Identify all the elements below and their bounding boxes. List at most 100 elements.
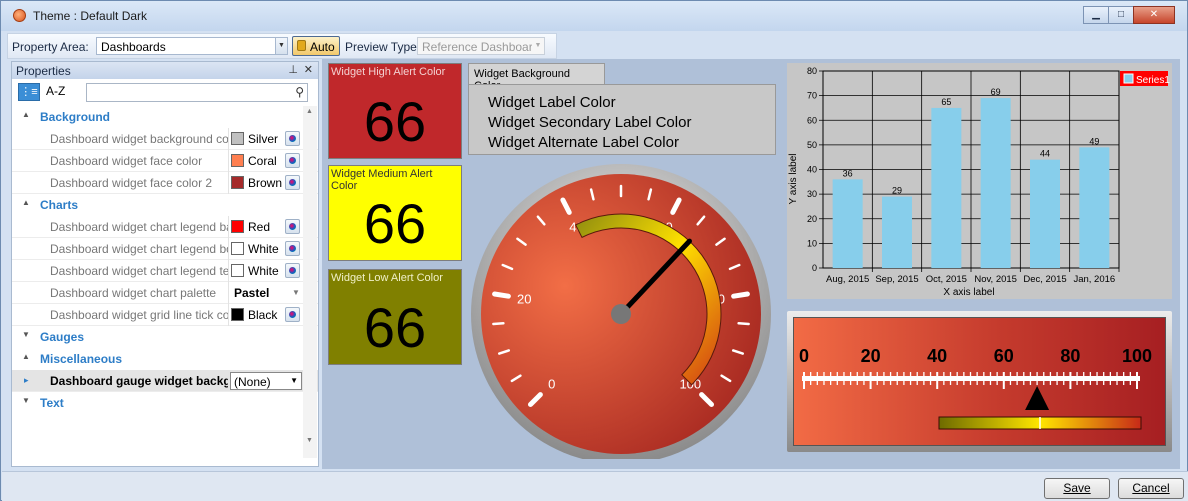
- category-text[interactable]: ▼ Text: [12, 392, 318, 414]
- y-tick-label: 20: [807, 214, 817, 224]
- bar: [1030, 159, 1060, 268]
- chevron-down-icon: ▼: [275, 38, 287, 54]
- y-tick-label: 10: [807, 238, 817, 248]
- secondary-label-color-text: Widget Secondary Label Color: [488, 114, 692, 131]
- maximize-button[interactable]: □: [1108, 6, 1134, 24]
- property-search-input[interactable]: ⚲: [86, 83, 308, 102]
- property-name: Dashboard widget chart legend tex: [50, 264, 228, 278]
- color-picker-icon[interactable]: [285, 175, 300, 190]
- property-row-selected[interactable]: ▸ Dashboard gauge widget backgrou (None)…: [12, 370, 318, 392]
- dashboard-preview: Widget High Alert Color 66 Widget Medium…: [322, 59, 1180, 469]
- category-label: Charts: [40, 198, 79, 212]
- bar: [980, 98, 1011, 269]
- color-picker-icon[interactable]: [285, 263, 300, 278]
- scroll-down-icon[interactable]: ▼: [306, 437, 313, 444]
- expand-icon[interactable]: ▼: [22, 396, 30, 405]
- category-label: Miscellaneous: [40, 352, 123, 366]
- property-row[interactable]: Dashboard widget chart legend tex White: [12, 260, 318, 282]
- property-value: Brown: [248, 176, 283, 190]
- property-value: Pastel: [234, 286, 270, 300]
- linear-gauge-pointer: [1025, 386, 1050, 410]
- bar-value-label: 65: [941, 97, 951, 107]
- category-background[interactable]: ▲ Background: [12, 106, 318, 128]
- color-picker-icon[interactable]: [285, 153, 300, 168]
- medium-alert-value: 66: [363, 192, 427, 255]
- linear-gauge-labels: 0 20 40 60 80 100: [799, 346, 1152, 366]
- y-tick-label: 80: [807, 66, 817, 76]
- property-value: Red: [248, 220, 271, 234]
- gauge-tick: [737, 322, 750, 326]
- label-colors-widget: Widget Background Color Widget Label Col…: [468, 63, 776, 155]
- property-row[interactable]: Dashboard widget chart legend bo White: [12, 238, 318, 260]
- chevron-down-icon: ▼: [532, 38, 544, 54]
- collapse-icon[interactable]: ▲: [22, 352, 30, 361]
- category-label: Background: [40, 110, 111, 124]
- gauge-tick: [731, 291, 750, 299]
- property-row[interactable]: Dashboard widget background col Silver: [12, 128, 318, 150]
- gauge-tick-label: 20: [517, 292, 531, 307]
- properties-header: Properties ⊥ ✕: [12, 62, 318, 79]
- property-value: Silver: [248, 132, 279, 146]
- collapse-icon[interactable]: ▲: [22, 110, 30, 119]
- linear-gauge: 0 20 40 60 80 100: [799, 346, 1152, 430]
- high-alert-label: Widget High Alert Color: [331, 66, 446, 78]
- property-row[interactable]: Dashboard widget face color Coral: [12, 150, 318, 172]
- category-miscellaneous[interactable]: ▲ Miscellaneous: [12, 348, 318, 370]
- property-row[interactable]: Dashboard widget chart legend ba Red: [12, 216, 318, 238]
- close-button[interactable]: ✕: [1133, 6, 1175, 24]
- chevron-down-icon[interactable]: ▼: [292, 288, 300, 297]
- search-icon[interactable]: ⚲: [295, 85, 304, 99]
- collapse-icon[interactable]: ▲: [22, 198, 30, 207]
- auto-label: Auto: [310, 40, 335, 54]
- x-tick-label: Dec, 2015: [1023, 274, 1066, 285]
- y-tick-label: 30: [807, 189, 817, 199]
- cancel-button[interactable]: Cancel: [1118, 478, 1184, 499]
- preview-type-select[interactable]: Reference Dashboard ▼: [417, 37, 545, 55]
- bar: [1079, 147, 1110, 268]
- color-picker-icon[interactable]: [285, 241, 300, 256]
- property-name: Dashboard widget chart legend ba: [50, 220, 228, 234]
- color-picker-icon[interactable]: [285, 219, 300, 234]
- property-row[interactable]: Dashboard widget grid line tick col Blac…: [12, 304, 318, 326]
- bar: [931, 107, 962, 268]
- minimize-icon: ▁: [1092, 9, 1100, 20]
- x-tick-label: Aug, 2015: [826, 274, 869, 285]
- properties-panel: Properties ⊥ ✕ ⋮≡ A-Z ⚲ ▲ Background Das…: [11, 61, 319, 467]
- color-swatch: [231, 176, 244, 189]
- categorized-view-button[interactable]: ⋮≡: [18, 83, 40, 101]
- category-charts[interactable]: ▲ Charts: [12, 194, 318, 216]
- color-picker-icon[interactable]: [285, 131, 300, 146]
- gauge-background-select[interactable]: (None) ▼: [230, 372, 302, 390]
- category-gauges[interactable]: ▼ Gauges: [12, 326, 318, 348]
- property-area-select[interactable]: Dashboards ▼: [96, 37, 288, 55]
- bar-value-label: 69: [991, 87, 1001, 97]
- alphabetical-sort-button[interactable]: A-Z: [46, 84, 65, 98]
- chevron-down-icon: ▼: [290, 376, 298, 385]
- color-picker-icon[interactable]: [285, 307, 300, 322]
- bar: [832, 179, 863, 268]
- color-swatch: [231, 132, 244, 145]
- gauge-tick-label: 0: [548, 376, 555, 391]
- property-grid-scrollbar[interactable]: ▲ ▼: [303, 106, 317, 458]
- preview-type-label: Preview Type:: [345, 40, 421, 54]
- close-icon[interactable]: ✕: [304, 63, 313, 76]
- color-swatch: [231, 242, 244, 255]
- footer-bar: Save Cancel: [2, 471, 1188, 501]
- color-swatch: [231, 308, 244, 321]
- property-value: (None): [234, 375, 271, 389]
- bar-chart-widget: 0 10 20 30 40 50 60 70 80 Aug, 2015 Sep, 2015 Oct,…: [787, 63, 1172, 299]
- y-tick-label: 50: [807, 140, 817, 150]
- property-row[interactable]: Dashboard widget face color 2 Brown: [12, 172, 318, 194]
- pin-icon[interactable]: ⊥: [288, 63, 298, 76]
- expand-icon[interactable]: ▼: [22, 330, 30, 339]
- toolbar: Property Area: Dashboards ▼ Auto Preview…: [7, 33, 557, 59]
- save-button[interactable]: Save: [1044, 478, 1110, 499]
- property-name: Dashboard widget background col: [50, 132, 228, 146]
- auto-button[interactable]: Auto: [292, 36, 340, 56]
- high-alert-value: 66: [363, 90, 427, 153]
- app-icon: [13, 9, 26, 22]
- minimize-button[interactable]: ▁: [1083, 6, 1109, 24]
- property-row[interactable]: Dashboard widget chart palette Pastel ▼: [12, 282, 318, 304]
- scroll-up-icon[interactable]: ▲: [306, 108, 313, 115]
- categorized-icon: ⋮≡: [20, 86, 38, 98]
